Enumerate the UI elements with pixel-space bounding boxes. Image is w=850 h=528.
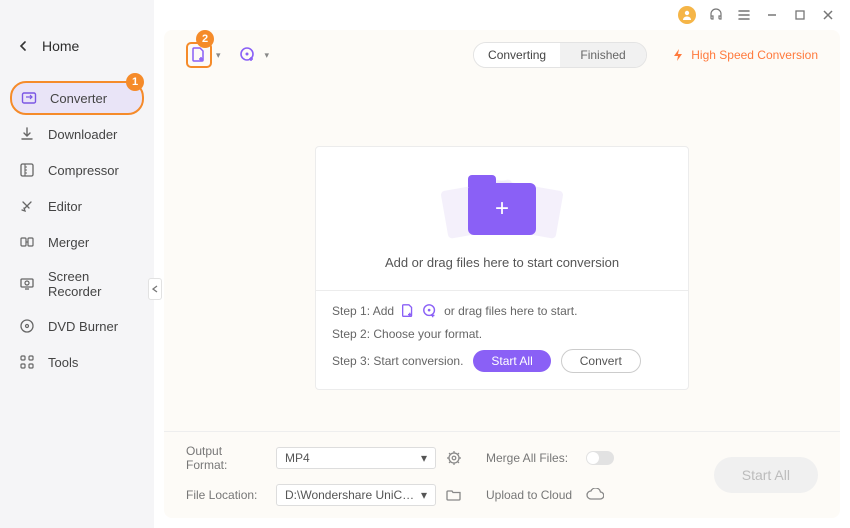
drop-steps: Step 1: Add or drag files here to start.… bbox=[316, 290, 688, 389]
tab-converting[interactable]: Converting bbox=[474, 43, 560, 67]
high-speed-link[interactable]: High Speed Conversion bbox=[671, 48, 818, 62]
convert-button-inline[interactable]: Convert bbox=[561, 349, 641, 373]
tab-group: Converting Finished bbox=[473, 42, 647, 68]
add-file-icon bbox=[400, 303, 416, 319]
add-file-button[interactable]: 2 bbox=[186, 42, 212, 68]
sidebar-item-editor[interactable]: Editor bbox=[0, 189, 154, 223]
open-folder-icon[interactable] bbox=[446, 487, 476, 503]
output-format-value: MP4 bbox=[285, 451, 310, 465]
downloader-icon bbox=[18, 125, 36, 143]
sidebar-item-merger[interactable]: Merger bbox=[0, 225, 154, 259]
sidebar-item-label: Screen Recorder bbox=[48, 269, 136, 299]
start-all-button[interactable]: Start All bbox=[714, 457, 818, 493]
user-icon bbox=[681, 9, 693, 21]
content-panel: 2 ▾ ▾ Converting Finished High Speed Con… bbox=[164, 30, 840, 518]
avatar[interactable] bbox=[678, 6, 696, 24]
screen-recorder-icon bbox=[18, 275, 36, 293]
sidebar-item-compressor[interactable]: Compressor bbox=[0, 153, 154, 187]
back-icon bbox=[18, 41, 28, 51]
footer: Output Format: MP4 ▾ Merge All Files: St… bbox=[164, 431, 840, 518]
chevron-down-icon: ▾ bbox=[421, 488, 427, 502]
add-disc-dropdown[interactable]: ▾ bbox=[265, 50, 270, 61]
callout-badge-1: 1 bbox=[126, 73, 144, 91]
sidebar-item-label: Converter bbox=[50, 91, 107, 106]
step-1: Step 1: Add or drag files here to start. bbox=[332, 303, 672, 319]
dvd-burner-icon bbox=[18, 317, 36, 335]
sidebar: Home Converter 1 Downloader Compressor E… bbox=[0, 0, 154, 528]
cloud-icon[interactable] bbox=[586, 488, 688, 502]
sidebar-item-label: Merger bbox=[48, 235, 89, 250]
add-disc-icon bbox=[239, 46, 257, 64]
add-file-icon bbox=[190, 46, 208, 64]
settings-icon[interactable] bbox=[446, 450, 476, 466]
sidebar-item-downloader[interactable]: Downloader bbox=[0, 117, 154, 151]
plus-icon: + bbox=[495, 195, 509, 223]
editor-icon bbox=[18, 197, 36, 215]
file-location-value: D:\Wondershare UniConverter 1 bbox=[285, 488, 415, 502]
sidebar-item-screen-recorder[interactable]: Screen Recorder bbox=[0, 261, 154, 307]
sidebar-collapse-handle[interactable] bbox=[148, 278, 162, 300]
tab-finished[interactable]: Finished bbox=[560, 43, 646, 67]
sidebar-item-label: Editor bbox=[48, 199, 82, 214]
close-icon[interactable] bbox=[820, 7, 836, 23]
drop-top: + Add or drag files here to start conver… bbox=[316, 147, 688, 290]
main-area: 2 ▾ ▾ Converting Finished High Speed Con… bbox=[154, 0, 850, 528]
step1-text-b: or drag files here to start. bbox=[444, 304, 577, 318]
high-speed-label: High Speed Conversion bbox=[691, 48, 818, 62]
compressor-icon bbox=[18, 161, 36, 179]
step-2: Step 2: Choose your format. bbox=[332, 327, 672, 341]
output-format-select[interactable]: MP4 ▾ bbox=[276, 447, 436, 469]
headset-icon[interactable] bbox=[708, 7, 724, 23]
maximize-icon[interactable] bbox=[792, 7, 808, 23]
step-3: Step 3: Start conversion. Start All Conv… bbox=[332, 349, 672, 373]
sidebar-item-dvd-burner[interactable]: DVD Burner bbox=[0, 309, 154, 343]
menu-icon[interactable] bbox=[736, 7, 752, 23]
lightning-icon bbox=[671, 48, 685, 62]
file-location-label: File Location: bbox=[186, 488, 266, 502]
sidebar-item-label: Compressor bbox=[48, 163, 119, 178]
add-file-dropdown[interactable]: ▾ bbox=[216, 50, 221, 61]
drop-main-text: Add or drag files here to start conversi… bbox=[328, 255, 676, 270]
home-label: Home bbox=[42, 38, 79, 54]
tools-icon bbox=[18, 353, 36, 371]
output-format-label: Output Format: bbox=[186, 444, 266, 472]
sidebar-item-converter[interactable]: Converter 1 bbox=[10, 81, 144, 115]
add-disc-button[interactable] bbox=[235, 42, 261, 68]
merge-toggle[interactable] bbox=[586, 451, 614, 465]
chevron-down-icon: ▾ bbox=[421, 451, 427, 465]
add-disc-icon bbox=[422, 303, 438, 319]
minimize-icon[interactable] bbox=[764, 7, 780, 23]
upload-cloud-label: Upload to Cloud bbox=[486, 488, 576, 502]
converter-icon bbox=[20, 89, 38, 107]
sidebar-item-label: DVD Burner bbox=[48, 319, 118, 334]
titlebar bbox=[154, 0, 850, 30]
step1-text-a: Step 1: Add bbox=[332, 304, 394, 318]
merger-icon bbox=[18, 233, 36, 251]
folder-illustration: + bbox=[452, 171, 552, 241]
callout-badge-2: 2 bbox=[196, 30, 214, 48]
sidebar-item-tools[interactable]: Tools bbox=[0, 345, 154, 379]
step3-text: Step 3: Start conversion. bbox=[332, 354, 463, 368]
home-button[interactable]: Home bbox=[0, 30, 154, 62]
file-location-select[interactable]: D:\Wondershare UniConverter 1 ▾ bbox=[276, 484, 436, 506]
drop-zone[interactable]: + Add or drag files here to start conver… bbox=[315, 146, 689, 390]
toolbar: 2 ▾ ▾ Converting Finished High Speed Con… bbox=[164, 30, 840, 76]
sidebar-item-label: Downloader bbox=[48, 127, 117, 142]
merge-label: Merge All Files: bbox=[486, 451, 576, 465]
chevron-left-icon bbox=[152, 285, 158, 293]
sidebar-item-label: Tools bbox=[48, 355, 78, 370]
start-all-button-inline[interactable]: Start All bbox=[473, 350, 550, 372]
